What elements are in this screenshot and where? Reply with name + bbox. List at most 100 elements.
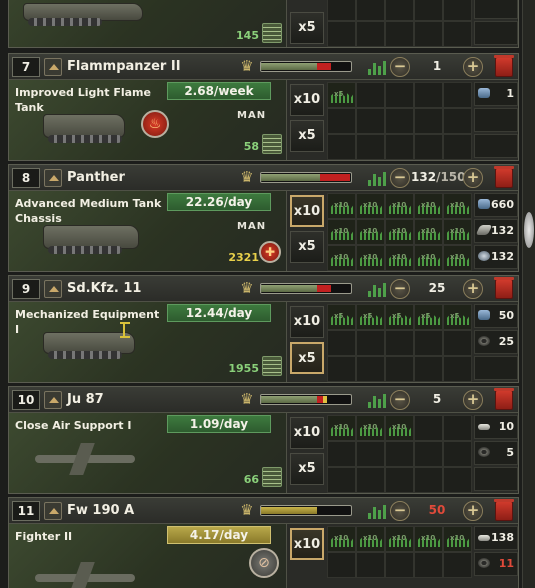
steel-icon (478, 88, 490, 98)
x5-button[interactable]: x5 (290, 342, 324, 374)
resource-column: 138 11 (474, 526, 518, 588)
line-quantity: 50 (428, 503, 446, 517)
increase-button[interactable]: + (463, 279, 483, 299)
resource-slot: 50 (474, 304, 518, 328)
resource-slot: 132 (474, 219, 518, 243)
equipment-name: Close Air Support I (15, 419, 132, 432)
decrease-button[interactable]: − (390, 57, 410, 77)
factory-output: 66 (243, 473, 259, 486)
line-header: 8 Panther ♛ − 132/150 + (9, 165, 518, 191)
plane-image (35, 574, 135, 582)
resource-trend-icon (366, 503, 388, 519)
x10-button[interactable]: x10 (290, 417, 324, 449)
efficiency-bar (260, 283, 352, 294)
steel-icon (478, 199, 490, 209)
production-rate: 2.68/week (167, 82, 271, 100)
production-line[interactable]: 9 Sd.Kfz. 11 ♛ − 25 + Mechanized Equipme… (8, 275, 519, 383)
priority-arrow-icon[interactable] (44, 169, 62, 187)
trash-icon[interactable] (494, 277, 514, 299)
factory-grid (327, 526, 472, 588)
repair-icon: ✚ (259, 241, 281, 263)
line-body: Close Air Support I 1.09/day 66 (9, 413, 287, 493)
resource-slot: 1 (474, 82, 518, 106)
production-rate: 22.26/day (167, 193, 271, 211)
line-body: Improved Light Flame Tank 2.68/week ♨ MA… (9, 80, 287, 160)
train-image (23, 3, 143, 26)
resource-trend-icon (366, 170, 388, 186)
production-rate: 1.09/day (167, 415, 271, 433)
production-line[interactable]: 145 x5 (8, 0, 519, 48)
line-name: Panther (67, 170, 125, 185)
line-name: Sd.Kfz. 11 (67, 281, 142, 296)
factory-icon (262, 467, 282, 487)
factory-grid (327, 193, 472, 271)
resource-trend-icon (366, 392, 388, 408)
line-quantity: 1 (432, 59, 442, 73)
priority-arrow-icon[interactable] (44, 58, 62, 76)
flame-icon: ♨ (141, 110, 169, 138)
aluminium-icon (478, 535, 490, 541)
production-line[interactable]: 7 Flammpanzer II ♛ − 1 + Improved Light … (8, 53, 519, 161)
trash-icon[interactable] (494, 388, 514, 410)
increase-button[interactable]: + (463, 390, 483, 410)
x5-button[interactable]: x5 (290, 231, 324, 263)
resource-slot: 11 (474, 552, 518, 576)
line-index: 11 (12, 501, 40, 521)
priority-arrow-icon[interactable] (44, 391, 62, 409)
efficiency-crown-icon: ♛ (240, 390, 254, 408)
line-header: 7 Flammpanzer II ♛ − 1 + (9, 54, 518, 80)
chromium-icon (478, 251, 490, 261)
steel-icon (478, 310, 490, 320)
line-body: Advanced Medium Tank Chassis 22.26/day M… (9, 191, 287, 271)
tank-image (43, 114, 125, 143)
line-quantity: 25 (428, 281, 446, 295)
x5-button[interactable]: x5 (290, 12, 324, 44)
trash-icon[interactable] (494, 499, 514, 521)
factory-grid (327, 0, 472, 47)
scrollbar-thumb[interactable] (524, 212, 534, 248)
decrease-button[interactable]: − (390, 501, 410, 521)
x10-button[interactable]: x10 (290, 528, 324, 560)
line-name: Ju 87 (67, 392, 104, 407)
trash-icon[interactable] (494, 55, 514, 77)
factory-grid (327, 415, 472, 493)
x10-button[interactable]: x10 (290, 195, 324, 227)
factory-grid (327, 82, 472, 160)
line-quantity: 5 (432, 392, 442, 406)
decrease-button[interactable]: − (390, 279, 410, 299)
man-logo-icon[interactable]: MAN (237, 221, 266, 232)
tungsten-icon (475, 225, 493, 235)
line-index: 9 (12, 279, 40, 299)
resource-slot: 25 (474, 330, 518, 354)
line-name: Fw 190 A (67, 503, 135, 518)
scrollbar[interactable] (522, 0, 535, 588)
resource-column: 1 (474, 82, 518, 160)
resource-column: 10 5 (474, 415, 518, 493)
production-line[interactable]: 10 Ju 87 ♛ − 5 + Close Air Support I 1.0… (8, 386, 519, 494)
increase-button[interactable]: + (463, 168, 483, 188)
man-logo-icon[interactable]: MAN (237, 110, 266, 121)
resource-column: 660 132 132 (474, 193, 518, 271)
x5-button[interactable]: x5 (290, 120, 324, 152)
x10-button[interactable]: x10 (290, 84, 324, 116)
trash-icon[interactable] (494, 166, 514, 188)
increase-button[interactable]: + (463, 57, 483, 77)
x10-button[interactable]: x10 (290, 306, 324, 338)
line-header: 9 Sd.Kfz. 11 ♛ − 25 + (9, 276, 518, 302)
production-line[interactable]: 8 Panther ♛ − 132/150 + Advanced Medium … (8, 164, 519, 272)
priority-arrow-icon[interactable] (44, 502, 62, 520)
line-quantity: 132/150 (411, 170, 466, 184)
priority-arrow-icon[interactable] (44, 280, 62, 298)
x5-button[interactable]: x5 (290, 453, 324, 485)
production-line[interactable]: 11 Fw 190 A ♛ − 50 + Fighter II 4.17/day… (8, 497, 519, 588)
increase-button[interactable]: + (463, 501, 483, 521)
efficiency-crown-icon: ♛ (240, 501, 254, 519)
equipment-name: Improved Light Flame Tank (15, 86, 151, 114)
line-index: 8 (12, 168, 40, 188)
resource-slot: 660 (474, 193, 518, 217)
decrease-button[interactable]: − (390, 168, 410, 188)
decrease-button[interactable]: − (390, 390, 410, 410)
rubber-icon (478, 447, 490, 457)
line-index: 10 (12, 390, 40, 410)
factory-grid (327, 304, 472, 382)
